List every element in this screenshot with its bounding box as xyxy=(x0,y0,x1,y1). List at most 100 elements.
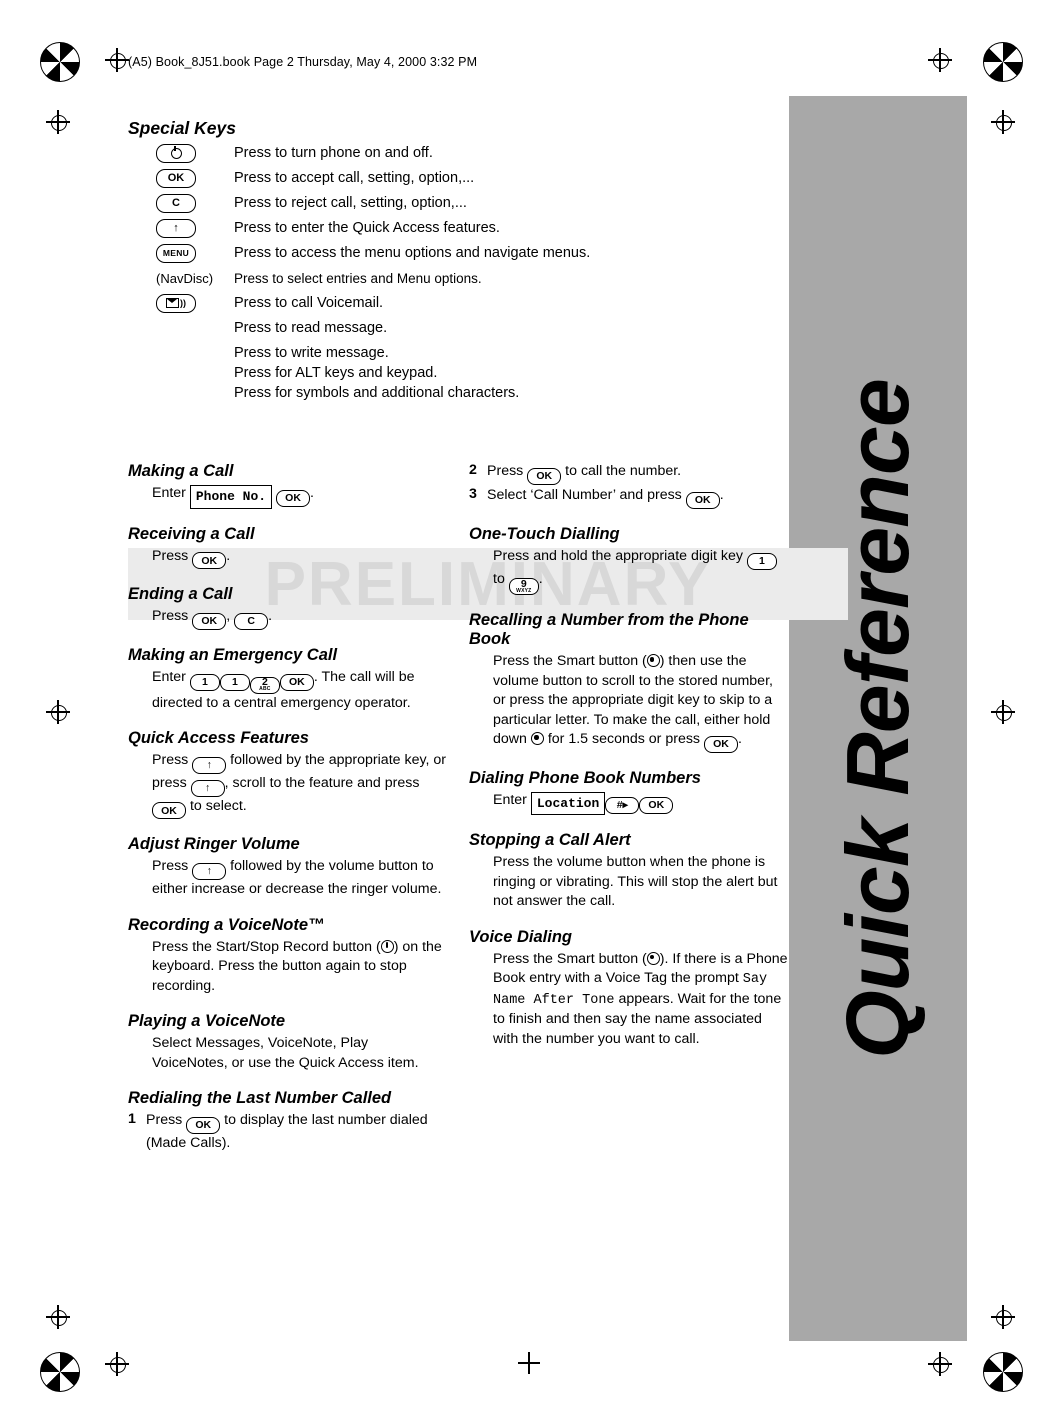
ok-key-inline[interactable]: OK xyxy=(276,489,311,507)
menu-key-icon[interactable]: MENU xyxy=(156,243,196,263)
up-arrow-key-inline-2[interactable]: ↑ xyxy=(190,779,225,797)
heading-recalling-number: Recalling a Number from the Phone Book xyxy=(469,611,749,648)
rc-t4: . xyxy=(737,731,742,747)
ok-key-inline-5[interactable]: OK xyxy=(152,802,186,820)
crosshair-right-mid xyxy=(991,110,1015,134)
qa-t1: Press xyxy=(152,752,189,768)
menu-key-desc: Press to access the menu options and nav… xyxy=(234,245,591,261)
redial-s2-b: to call the number. xyxy=(565,463,682,479)
digit-1c-label: 1 xyxy=(759,554,765,567)
ok-key-cell: OK xyxy=(156,168,234,188)
crosshair-bottom-left xyxy=(105,1352,129,1376)
vn-t1: Press the Start/Stop Record button ( xyxy=(152,938,381,955)
voicemail-key-icon[interactable]: )) xyxy=(156,293,196,313)
block-voicenote: Press the Start/Stop Record button () on… xyxy=(152,938,447,997)
block-dialing-pb: Enter Location #▸ OK xyxy=(493,791,788,816)
emergency-call-text: Enter 1 1 2 ABC OK. The call will be directe… xyxy=(152,668,447,713)
digit-key-1a[interactable]: 1 xyxy=(189,674,220,691)
smart-button-icon-2 xyxy=(530,732,544,745)
ok-key-inline-9[interactable]: OK xyxy=(703,735,738,753)
digit-9-sub: WXYZ xyxy=(516,587,532,594)
special-key-row-read: Press to read message. xyxy=(156,318,788,338)
file-header-line: (A5) Book_8J51.book Page 2 Thursday, May… xyxy=(128,55,478,69)
registration-mark-bottom-right xyxy=(983,1352,1023,1392)
ok-key-inline-3[interactable]: OK xyxy=(192,613,227,630)
block-receiving-a-call: Press OK. xyxy=(152,547,447,570)
side-band xyxy=(789,96,967,1341)
ot-t1: Press and hold the appropriate digit key xyxy=(493,547,744,564)
period-3: . xyxy=(268,608,273,625)
digit-key-2[interactable]: 2 ABC xyxy=(249,676,280,694)
navdisc-desc: Press to select entries and Menu options… xyxy=(234,270,482,286)
up-arrow-key-inline-3[interactable]: ↑ xyxy=(192,863,227,880)
redial-step-1-number: 1 xyxy=(128,1111,136,1127)
redial-step-1-text: Press OK to display the last number dial… xyxy=(146,1111,447,1153)
phone-no-field[interactable]: Phone No. xyxy=(189,485,273,509)
digit-2-sub: ABC xyxy=(259,686,271,692)
heading-receiving-a-call: Receiving a Call xyxy=(128,524,255,543)
ok-key-inline-6[interactable]: OK xyxy=(186,1116,221,1134)
clear-key-icon[interactable]: C xyxy=(156,193,196,213)
crosshair-left-mid xyxy=(46,110,70,134)
special-key-row-alt: Press for ALT keys and keypad. xyxy=(156,363,788,383)
up-arrow-key-cell: ↑ xyxy=(156,218,234,238)
ok-key-inline-7[interactable]: OK xyxy=(527,467,562,485)
up-arrow-key-icon[interactable]: ↑ xyxy=(156,218,196,238)
hash-key-inline[interactable]: #▸ xyxy=(605,796,640,814)
ok-key-inline-10[interactable]: OK xyxy=(639,796,674,814)
redial-step-2-text: Press OK to call the number. xyxy=(487,462,681,485)
right-column: 2 Press OK to call the number. 3 Select … xyxy=(469,462,788,1154)
comma-1: , xyxy=(226,608,231,625)
ot-to: to xyxy=(493,570,505,587)
c-key-inline[interactable]: C xyxy=(234,613,269,630)
smart-button-icon-3 xyxy=(646,951,660,965)
receiving-a-call-text: Press OK. xyxy=(152,547,447,570)
special-keys-table: Press to turn phone on and off. OK Press… xyxy=(156,143,788,403)
redial-s3-b: . xyxy=(719,486,724,503)
stopping-text: Press the volume button when the phone i… xyxy=(493,854,778,910)
block-redial-continued: 2 Press OK to call the number. 3 Select … xyxy=(469,462,788,509)
ok-key-inline-8[interactable]: OK xyxy=(685,491,720,509)
quick-access-text: Press ↑ followed by the appropriate key,… xyxy=(152,751,447,820)
period-2: . xyxy=(226,547,231,564)
block-making-a-call: Enter Phone No. OK. xyxy=(152,484,447,509)
special-key-row-ok: OK Press to accept call, setting, option… xyxy=(156,168,788,188)
navdisc-label: (NavDisc) xyxy=(156,270,214,286)
digit-key-9[interactable]: 9 WXYZ xyxy=(508,578,539,595)
crosshair-top-right xyxy=(928,48,952,72)
registration-mark-top-right xyxy=(983,42,1023,82)
heading-making-a-call: Making a Call xyxy=(128,462,234,480)
digit-1b-label: 1 xyxy=(231,676,238,688)
write-message-desc: Press to write message. xyxy=(234,345,389,361)
redial-s1-a: Press xyxy=(146,1112,183,1128)
smart-button-icon-1 xyxy=(646,654,660,667)
digit-key-1c[interactable]: 1 xyxy=(746,552,777,570)
digit-1a-label: 1 xyxy=(201,676,208,688)
ok-key-desc: Press to accept call, setting, option,..… xyxy=(234,170,475,186)
ok-key-inline-2[interactable]: OK xyxy=(192,552,227,570)
one-touch-text: Press and hold the appropriate digit key… xyxy=(493,547,788,595)
crosshair-bottom-right xyxy=(928,1352,952,1376)
enter-label: Enter xyxy=(152,485,186,501)
making-a-call-text: Enter Phone No. OK. xyxy=(152,484,447,509)
heading-one-touch-dialling: One-Touch Dialling xyxy=(469,524,620,543)
up-arrow-key-inline-1[interactable]: ↑ xyxy=(192,756,227,774)
period-1: . xyxy=(310,485,314,501)
heading-emergency-call: Making an Emergency Call xyxy=(128,646,338,664)
crosshair-right-lower xyxy=(991,1305,1015,1329)
heading-stopping-call-alert: Stopping a Call Alert xyxy=(469,831,631,850)
block-ringer: Press ↑ followed by the volume button to… xyxy=(152,857,447,899)
redial-step-3: 3 Select ‘Call Number’ and press OK. xyxy=(469,486,788,509)
block-one-touch: Press and hold the appropriate digit key… xyxy=(493,547,788,595)
power-key-icon[interactable] xyxy=(156,143,196,163)
redial-step-2: 2 Press OK to call the number. xyxy=(469,462,788,485)
digit-key-1b[interactable]: 1 xyxy=(219,674,250,691)
heading-recording-voicenote: Recording a VoiceNote™ xyxy=(128,915,325,934)
ringer-t1: Press xyxy=(152,858,189,875)
ok-key-icon[interactable]: OK xyxy=(156,168,196,188)
ringer-text: Press ↑ followed by the volume button to… xyxy=(152,857,447,899)
ok-key-inline-4[interactable]: OK xyxy=(279,673,314,691)
location-field[interactable]: Location xyxy=(530,791,606,816)
registration-mark-bottom-left xyxy=(40,1352,80,1392)
voicenote-text: Press the Start/Stop Record button () on… xyxy=(152,938,447,997)
